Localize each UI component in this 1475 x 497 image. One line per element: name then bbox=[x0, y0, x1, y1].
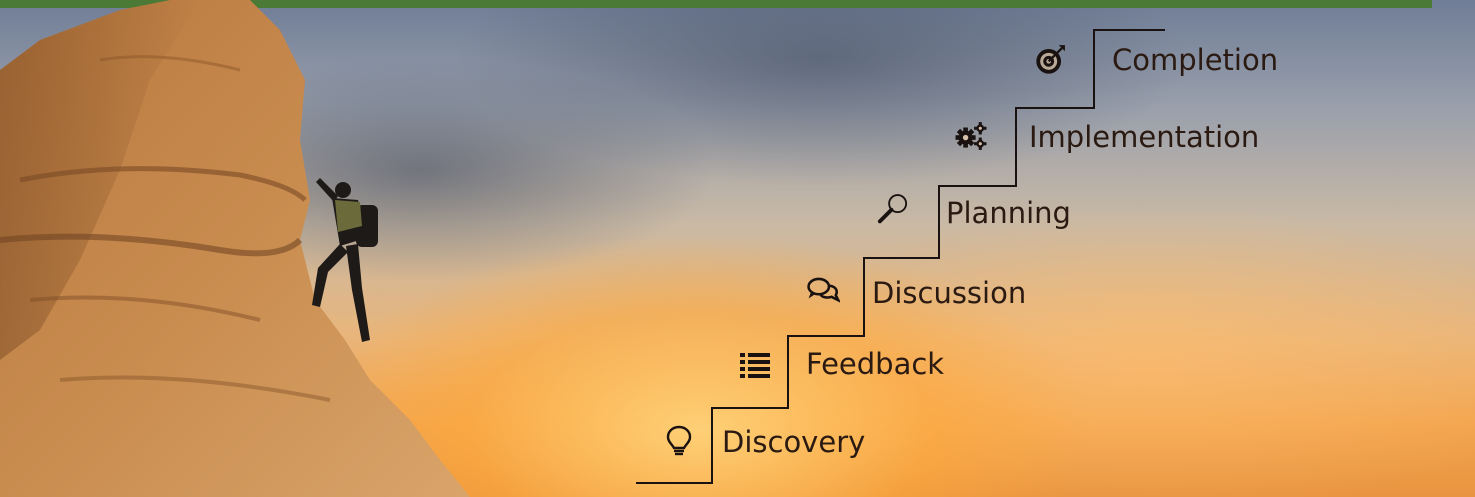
step-label-implementation: Implementation bbox=[1029, 120, 1260, 154]
cliff-climber-illustration bbox=[0, 0, 470, 497]
step-label-discovery: Discovery bbox=[722, 425, 866, 459]
magnifier-icon bbox=[877, 194, 908, 224]
step-label-feedback: Feedback bbox=[806, 347, 945, 381]
gears-icon bbox=[955, 122, 987, 150]
lightbulb-icon bbox=[666, 425, 692, 456]
list-icon bbox=[740, 353, 770, 378]
chat-bubbles-icon bbox=[807, 277, 840, 303]
step-label-planning: Planning bbox=[946, 196, 1071, 230]
hero-banner: Discovery Feedback Discussion Planning I… bbox=[0, 0, 1475, 497]
step-label-completion: Completion bbox=[1112, 43, 1279, 77]
step-label-discussion: Discussion bbox=[872, 276, 1027, 310]
target-icon bbox=[1036, 45, 1065, 74]
